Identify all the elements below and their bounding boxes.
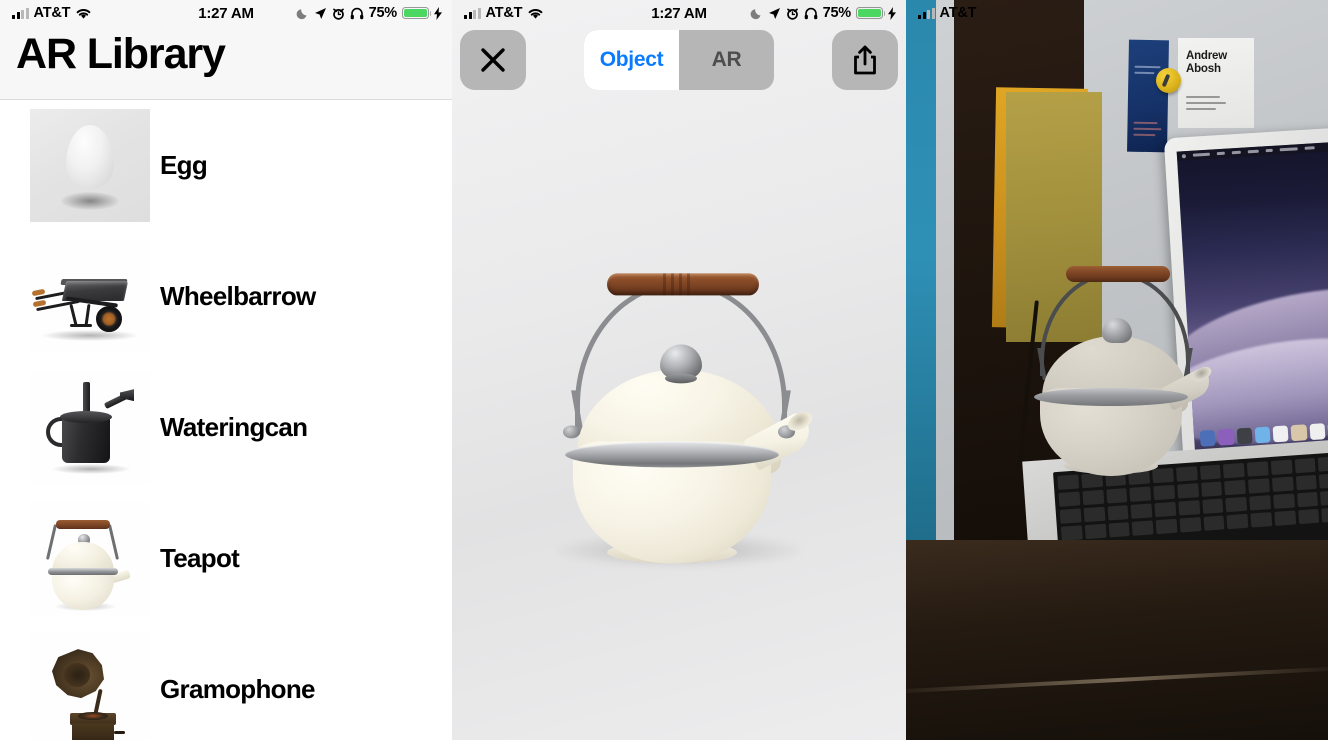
wifi-icon: [528, 8, 543, 19]
carrier-label: AT&T: [33, 5, 71, 21]
status-bar-right: 75%: [296, 5, 442, 21]
three-screenshot-strip: AT&T 1:27 AM 75% AR Library Egg Wheelbar…: [0, 0, 1328, 740]
share-button[interactable]: [832, 30, 898, 90]
object-render-stage[interactable]: [452, 94, 906, 740]
battery-icon: [856, 6, 886, 20]
location-arrow-icon: [768, 7, 780, 19]
location-arrow-icon: [314, 7, 326, 19]
desk-surface: [906, 540, 1328, 740]
status-bar-ar: AT&T: [906, 0, 1328, 26]
battery-icon: [402, 6, 432, 20]
list-item-label: Egg: [160, 150, 208, 181]
lightning-bolt-charging-icon: [888, 6, 896, 20]
status-bar-viewer: AT&T 1:27 AM 75%: [452, 0, 906, 26]
gramophone-thumbnail: [30, 633, 150, 740]
carrier-label: AT&T: [939, 5, 977, 21]
ar-camera-screen[interactable]: Andrew Abosh AT&T: [906, 0, 1328, 740]
teal-wall: [906, 0, 936, 560]
teapot-thumbnail: [30, 502, 150, 616]
do-not-disturb-moon-icon: [750, 8, 761, 19]
egg-thumbnail: [30, 109, 150, 223]
list-item[interactable]: Wateringcan: [0, 362, 452, 494]
close-button[interactable]: [460, 30, 526, 90]
name-business-card: Andrew Abosh: [1178, 38, 1254, 128]
list-item-label: Wheelbarrow: [160, 281, 316, 312]
lightning-bolt-charging-icon: [434, 6, 442, 20]
headphones-icon: [804, 7, 817, 19]
signal-bars-icon: [12, 7, 29, 19]
page-title: AR Library: [16, 30, 226, 78]
battery-percent-label: 75%: [368, 5, 398, 21]
teapot-3d-model[interactable]: [529, 245, 829, 575]
object-list[interactable]: Egg Wheelbarrow Wateringcan Teapot Gramo…: [0, 100, 452, 740]
macos-menu-bar: [1176, 139, 1328, 161]
object-viewer-screen: AT&T 1:27 AM 75% Object AR: [452, 0, 906, 740]
signal-bars-icon: [918, 7, 935, 19]
signal-bars-icon: [464, 7, 481, 19]
large-title-bar: AR Library: [0, 26, 452, 101]
yellow-pin-icon: [1156, 68, 1181, 93]
wifi-icon: [76, 8, 91, 19]
list-item-label: Teapot: [160, 543, 240, 574]
view-mode-segmented-control[interactable]: Object AR: [584, 30, 774, 90]
wateringcan-thumbnail: [30, 371, 150, 485]
alarm-clock-icon: [332, 8, 344, 20]
battery-percent-label: 75%: [822, 5, 852, 21]
ar-library-screen: AT&T 1:27 AM 75% AR Library Egg Wheelbar…: [0, 0, 452, 740]
close-icon: [481, 48, 505, 72]
status-bar-left: AT&T: [464, 5, 544, 21]
ar-placed-teapot[interactable]: [1010, 252, 1220, 484]
viewer-toolbar: Object AR: [452, 26, 906, 94]
status-bar-library: AT&T 1:27 AM 75%: [0, 0, 452, 26]
blue-business-card: [1127, 39, 1169, 153]
list-item-label: Gramophone: [160, 674, 315, 705]
list-item[interactable]: Teapot: [0, 493, 452, 625]
list-item-label: Wateringcan: [160, 412, 308, 443]
name-card-text: Andrew Abosh: [1186, 50, 1227, 76]
do-not-disturb-moon-icon: [296, 8, 307, 19]
list-item[interactable]: Wheelbarrow: [0, 231, 452, 363]
headphones-icon: [350, 7, 363, 19]
wheelbarrow-thumbnail: [30, 240, 150, 354]
status-bar-left: AT&T: [918, 5, 976, 21]
status-bar-left: AT&T: [12, 5, 92, 21]
alarm-clock-icon: [786, 8, 798, 20]
list-item[interactable]: Egg: [0, 100, 452, 232]
status-bar-ar-wrapper: AT&T: [906, 0, 1328, 26]
tab-ar[interactable]: AR: [679, 30, 774, 90]
share-icon: [854, 45, 876, 75]
tab-object[interactable]: Object: [584, 30, 679, 90]
status-bar-right: 75%: [750, 5, 896, 21]
carrier-label: AT&T: [485, 5, 523, 21]
list-item[interactable]: Gramophone: [0, 624, 452, 740]
